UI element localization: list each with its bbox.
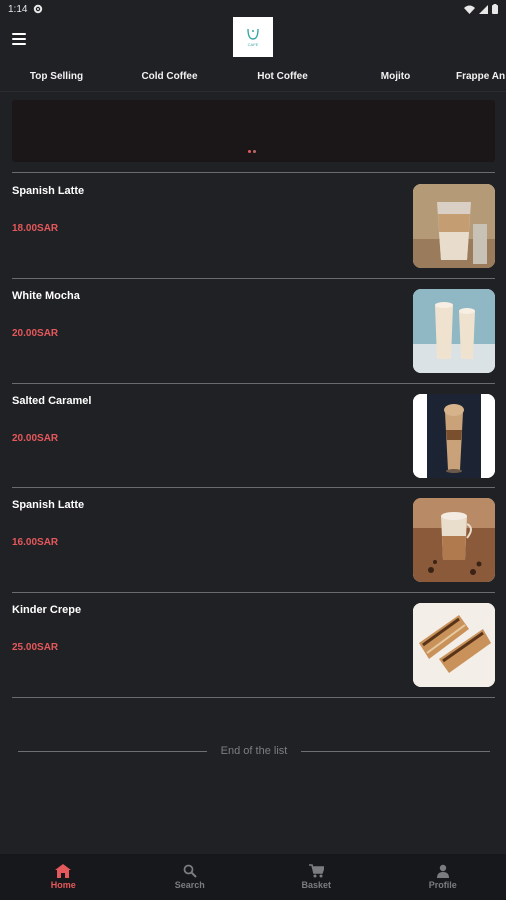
product-name: Kinder Crepe [12,604,82,617]
logo-text: CAFE [247,42,259,47]
product-image[interactable] [413,603,495,688]
menu-icon [12,33,26,35]
banner-dot-active [248,150,251,153]
tab-hot-coffee[interactable]: Hot Coffee [226,60,339,91]
end-of-list-text: End of the list [220,745,288,757]
product-name: White Mocha [12,289,80,302]
product-item[interactable]: Spanish Latte 18.00SAR [12,174,495,279]
product-price: 18.00SAR [12,223,59,234]
status-bar: 1:14 [0,0,506,18]
logo-cup-icon [247,28,259,40]
wifi-icon [464,5,475,14]
product-price: 16.00SAR [12,537,59,549]
tab-mojito[interactable]: Mojito [339,60,452,91]
product-name: Spanish Latte [12,185,85,197]
divider [18,750,207,752]
banner-dot [253,150,256,153]
bottom-navigation: Home Search Basket Profile [0,854,506,900]
basket-icon [308,864,324,878]
end-of-list: End of the list [18,740,490,762]
promo-banner[interactable] [12,100,495,162]
product-item[interactable]: Spanish Latte 16.00SAR [12,488,495,594]
product-name: Spanish Latte [12,499,85,512]
tab-frappe[interactable]: Frappe An [452,60,506,91]
signal-icon [479,4,488,14]
product-image[interactable] [413,288,495,373]
search-icon [183,864,197,878]
divider [301,750,490,752]
menu-button[interactable] [12,28,34,50]
profile-icon [436,864,449,878]
home-icon [55,864,72,878]
product-item[interactable]: White Mocha 20.00SAR [12,279,495,384]
settings-icon [33,4,43,14]
nav-basket-label: Basket [301,880,332,890]
nav-profile-label: Profile [428,880,457,890]
product-image[interactable] [413,184,495,268]
banner-pagination [248,150,256,153]
tab-top-selling[interactable]: Top Selling [0,60,113,91]
app-logo: CAFE [233,17,273,57]
nav-search[interactable]: Search [127,854,254,900]
product-item[interactable]: Salted Caramel 20.00SAR [12,384,495,489]
nav-home-label: Home [50,880,76,890]
nav-search-label: Search [174,880,205,890]
divider [12,172,495,173]
app-bar: CAFE [0,17,506,60]
product-image[interactable] [413,393,495,478]
nav-home[interactable]: Home [0,854,127,900]
nav-basket[interactable]: Basket [253,854,380,900]
product-price: 20.00SAR [12,327,59,339]
product-item[interactable]: Kinder Crepe 25.00SAR [12,593,495,698]
product-price: 25.00SAR [12,642,59,654]
product-name: Salted Caramel [12,394,92,407]
battery-icon [492,4,498,14]
nav-profile[interactable]: Profile [380,854,506,900]
tab-cold-coffee[interactable]: Cold Coffee [113,60,226,91]
product-list: Spanish Latte 18.00SAR White Mocha 20.00… [0,174,506,698]
product-price: 20.00SAR [12,432,59,444]
product-image[interactable] [413,498,495,583]
category-tabs: Top Selling Cold Coffee Hot Coffee Mojit… [0,60,506,92]
status-time: 1:14 [8,3,28,15]
